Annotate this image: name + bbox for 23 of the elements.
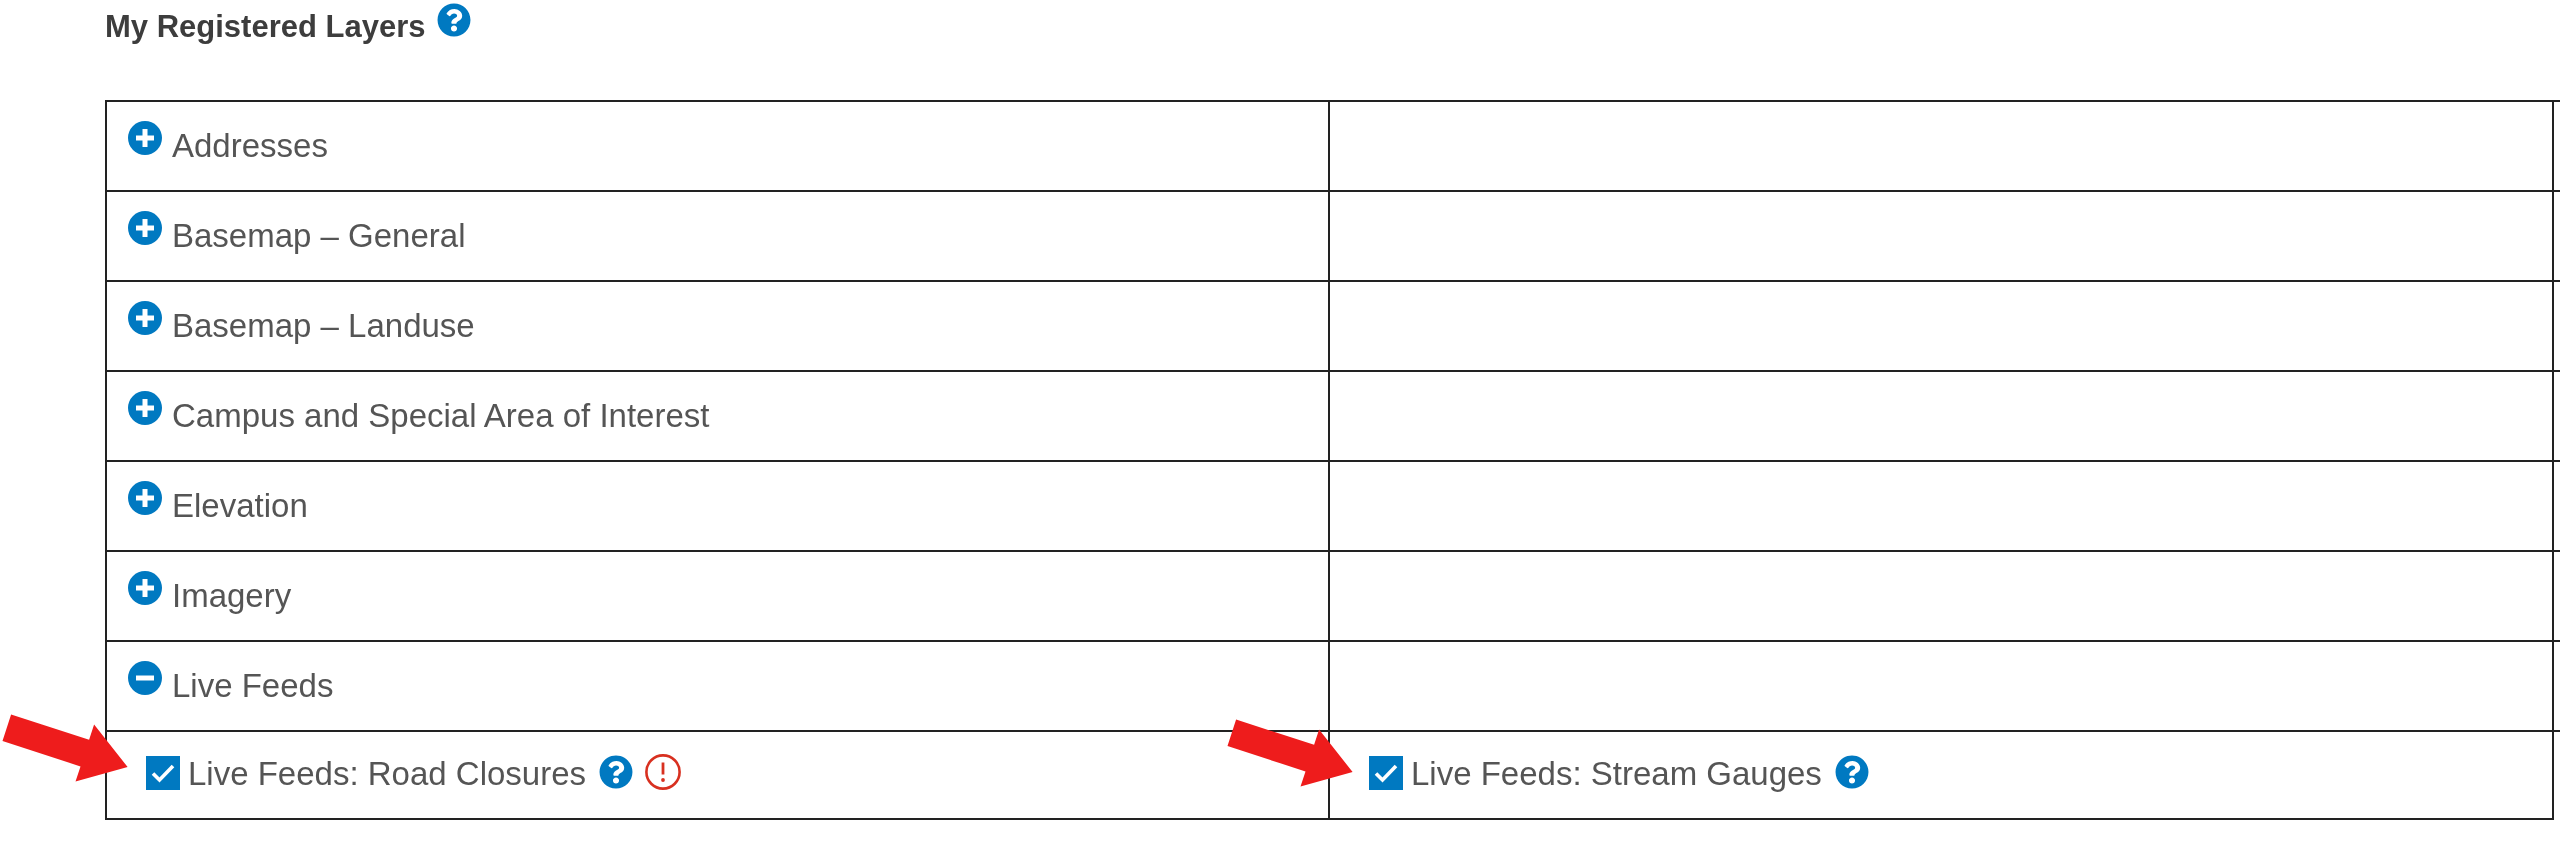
section-title: My Registered Layers xyxy=(105,9,426,45)
plus-circle-icon[interactable] xyxy=(128,121,162,155)
group-label: Live Feeds xyxy=(172,667,334,705)
help-icon[interactable] xyxy=(1834,755,1869,789)
plus-circle-icon[interactable] xyxy=(128,301,162,335)
plus-circle-icon[interactable] xyxy=(128,391,162,425)
layer-label: Live Feeds: Stream Gauges xyxy=(1411,755,1822,793)
help-icon[interactable] xyxy=(599,755,634,789)
group-label: Elevation xyxy=(172,487,308,525)
group-label: Imagery xyxy=(172,577,292,615)
help-icon[interactable] xyxy=(437,3,472,37)
plus-circle-icon[interactable] xyxy=(128,211,162,245)
plus-circle-icon[interactable] xyxy=(128,481,162,515)
group-label: Basemap – General xyxy=(172,217,466,255)
checkbox[interactable] xyxy=(1369,756,1403,790)
plus-circle-icon[interactable] xyxy=(128,571,162,605)
warning-icon[interactable] xyxy=(645,754,682,790)
group-label: Basemap – Landuse xyxy=(172,307,475,345)
minus-circle-icon[interactable] xyxy=(128,661,162,695)
checkbox[interactable] xyxy=(146,756,180,790)
group-label: Campus and Special Area of Interest xyxy=(172,397,710,435)
group-label: Addresses xyxy=(172,127,328,165)
layer-label: Live Feeds: Road Closures xyxy=(188,755,587,793)
